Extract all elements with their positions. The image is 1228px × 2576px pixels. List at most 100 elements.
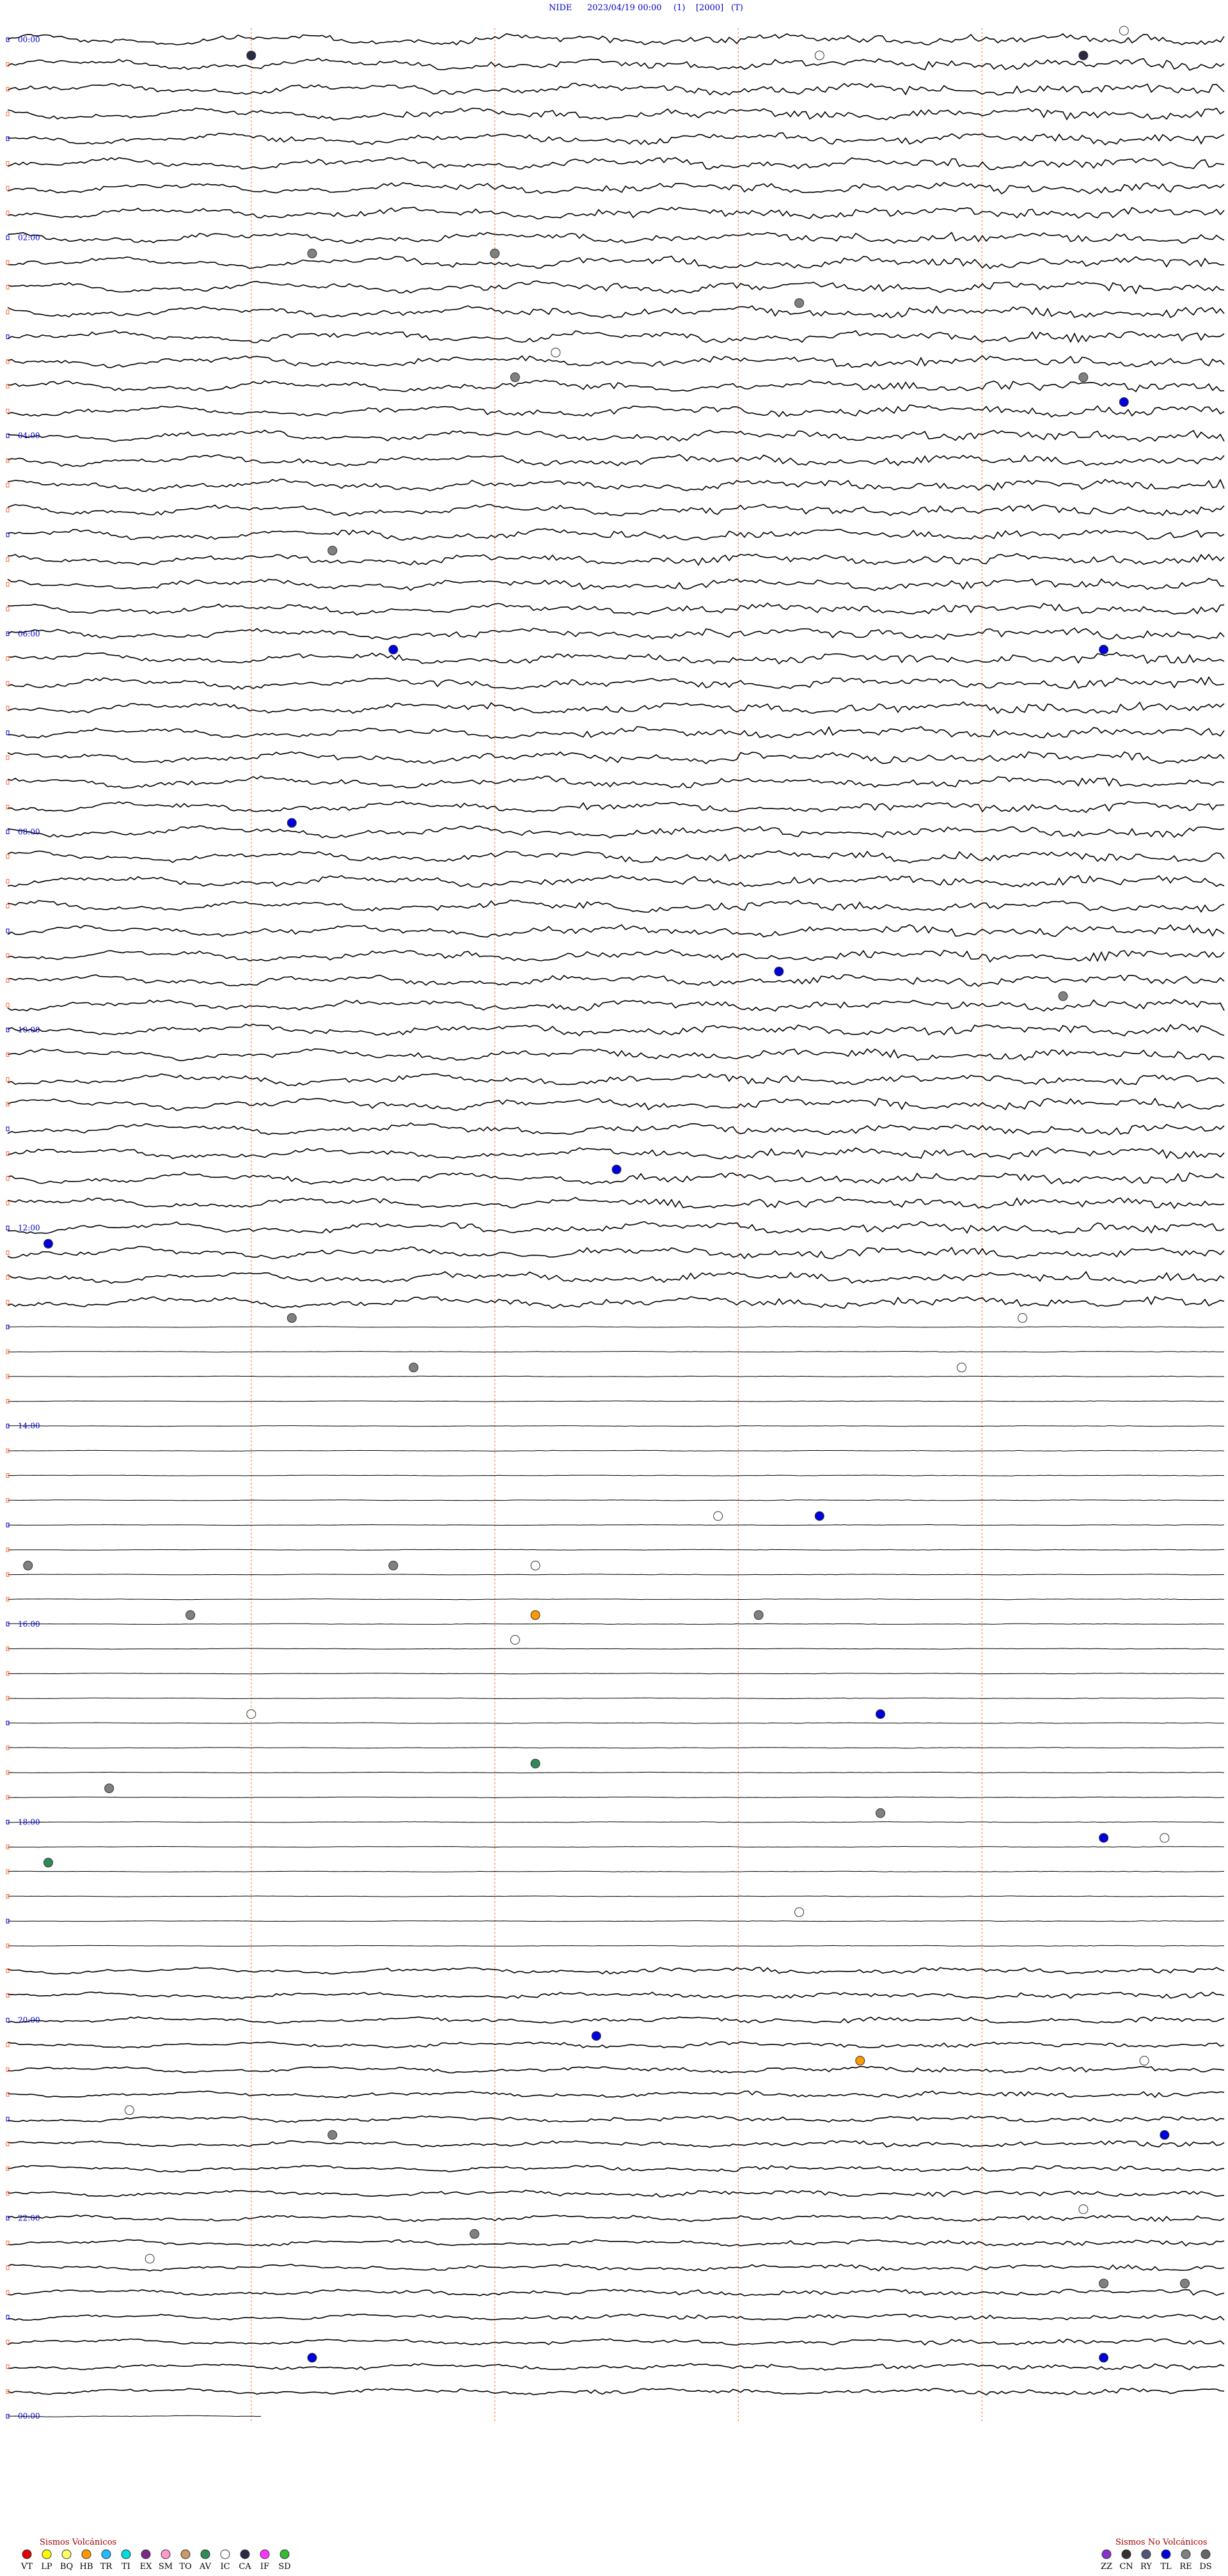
trace-line — [7, 1097, 1225, 1111]
trace-line — [7, 1673, 1225, 1675]
legend-swatch-tl — [1161, 2549, 1171, 2559]
trace-line — [8, 1524, 1225, 1526]
event-marker-ic — [145, 2254, 155, 2264]
hour-label: 08:00 — [18, 827, 40, 836]
trace-tick — [6, 2290, 10, 2295]
trace-tick — [6, 2018, 10, 2023]
legend-label-ds: DS — [1199, 2562, 1211, 2572]
trace-line — [7, 355, 1225, 368]
event-marker-re — [1078, 372, 1089, 383]
event-marker-ca — [246, 51, 256, 61]
hour-label: 20:00 — [18, 2016, 40, 2025]
trace-tick — [6, 1275, 10, 1280]
event-marker-ic — [1119, 26, 1129, 36]
event-marker-ic — [1160, 1833, 1170, 1843]
legend-label-re: RE — [1179, 2562, 1192, 2572]
legend-swatch-ex — [141, 2549, 151, 2559]
trace-line — [7, 850, 1225, 864]
legend-swatch-ds — [1200, 2549, 1211, 2559]
legend-label-tr: TR — [100, 2562, 113, 2572]
trace-line — [7, 1499, 1225, 1501]
event-marker-hb — [855, 2055, 865, 2066]
trace-line — [7, 2090, 1225, 2098]
trace-tick — [6, 186, 10, 191]
event-marker-ic — [1018, 1313, 1028, 1323]
legend-swatch-sm — [161, 2549, 171, 2559]
legend-label-if: IF — [260, 2562, 269, 2572]
event-marker-re — [794, 298, 805, 308]
trace-tick — [6, 1077, 10, 1082]
trace-line — [7, 404, 1225, 418]
trace-tick — [6, 854, 10, 859]
helicorder-plot: NIDE 2023/04/19 00:00 (1) [2000] (T) 00:… — [6, 3, 1225, 2572]
trace-tick — [6, 136, 10, 141]
legend-label-hb: HB — [80, 2562, 93, 2572]
trace-tick — [6, 260, 10, 265]
trace-line — [7, 627, 1225, 640]
hour-label: 00:00 — [18, 2412, 40, 2421]
event-marker-ic — [551, 347, 561, 358]
event-marker-tl — [774, 967, 784, 977]
legend-swatch-cn — [1121, 2549, 1131, 2559]
trace-tick — [6, 706, 10, 711]
trace-line — [7, 1375, 1225, 1377]
event-marker-ic — [510, 1635, 520, 1645]
legend-label-ry: RY — [1140, 2562, 1152, 2572]
trace-line — [7, 1870, 1225, 1872]
legend-swatch-zz — [1101, 2549, 1112, 2559]
scale-label: [2000] — [696, 3, 723, 13]
minute-markers — [251, 28, 982, 2423]
legend-label-av: AV — [199, 2562, 212, 2572]
mode-label: (T) — [731, 3, 743, 13]
trace-line — [7, 2387, 1225, 2396]
trace-line — [8, 1945, 1225, 1947]
trace-line — [7, 2263, 1225, 2272]
trace-line — [7, 1966, 1225, 1975]
event-marker-ca — [1078, 51, 1089, 61]
event-marker-tl — [1119, 397, 1129, 407]
legend-label-sm: SM — [159, 2562, 173, 2572]
legend-volcanic-title: Sismos Volcánicos — [40, 2538, 116, 2547]
event-marker-re — [327, 2130, 338, 2140]
trace-line — [7, 454, 1225, 467]
trace-tick — [6, 606, 10, 612]
event-marker-tl — [388, 645, 398, 654]
event-marker-tl — [43, 1238, 53, 1249]
hour-label: 10:00 — [18, 1025, 40, 1034]
trace-tick — [6, 1151, 10, 1156]
trace-line — [7, 2289, 1225, 2296]
event-marker-re — [753, 1610, 764, 1620]
trace-tick — [6, 161, 10, 166]
trace-line — [7, 949, 1225, 963]
event-marker-tl — [1099, 2353, 1109, 2363]
event-marker-tl — [307, 2353, 317, 2363]
trace-tick — [6, 1993, 10, 1998]
trace-tick — [6, 111, 10, 116]
event-marker-ic — [1139, 2055, 1149, 2066]
trace-tick — [6, 1250, 10, 1255]
trace-line — [7, 725, 1225, 739]
trace-line — [7, 999, 1225, 1012]
trace-tick — [6, 829, 10, 834]
trace-line — [7, 255, 1225, 269]
trace-line — [7, 1474, 1224, 1476]
legend-swatch-vt — [22, 2549, 32, 2559]
trace-line — [7, 553, 1225, 566]
hour-labels: 00:00 02:00 04:00 06:00 08:00 10:00 12:00 14:00… — [18, 35, 40, 2421]
trace-line — [7, 2115, 1225, 2123]
trace-tick — [6, 2265, 10, 2270]
hour-label: 16:00 — [18, 1620, 40, 1629]
event-marker-ic — [956, 1363, 966, 1373]
trace-line — [7, 2165, 1225, 2173]
trace-line — [7, 33, 1225, 45]
trace-line — [7, 924, 1225, 938]
hour-label: 02:00 — [18, 233, 40, 242]
event-marker-ic — [713, 1511, 723, 1521]
event-marker-re — [327, 546, 338, 556]
legend-label-bq: BQ — [60, 2562, 73, 2572]
event-marker-ic — [530, 1560, 540, 1570]
hour-label: 12:00 — [18, 1224, 40, 1233]
event-marker-re — [388, 1560, 398, 1570]
trace-line — [8, 1598, 1225, 1600]
legend-swatch-hb — [81, 2549, 91, 2559]
